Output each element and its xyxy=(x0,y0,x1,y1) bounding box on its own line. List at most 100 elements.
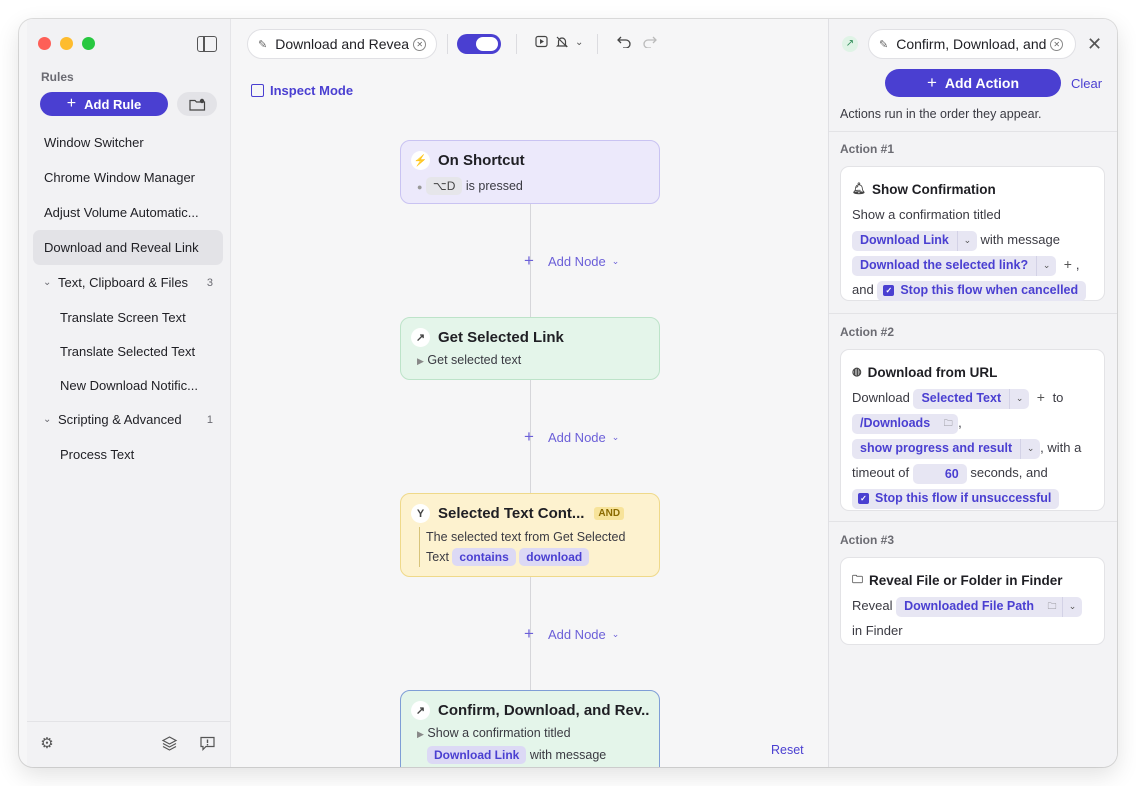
operator-chip: contains xyxy=(452,548,516,566)
message-value: Download the selected link? xyxy=(860,258,1029,273)
action-node[interactable]: ↗ Get Selected Link ▶ Get selected text xyxy=(400,317,660,380)
chevron-down-icon[interactable]: ⌄ xyxy=(575,37,583,48)
add-node-label: Add Node xyxy=(547,429,606,445)
folder-icon xyxy=(188,98,205,111)
plus-icon: + xyxy=(66,95,77,112)
sidebar: Rules + Add Rule Window Switcher Chrome … xyxy=(27,19,231,767)
destination-field[interactable]: /Downloads 🗀 xyxy=(852,413,959,434)
clear-icon[interactable]: ✕ xyxy=(413,37,427,51)
action-label: Action #3 xyxy=(840,533,895,547)
rule-title-field[interactable]: ✎ Download and Revea ✕ xyxy=(247,29,437,59)
add-rule-button[interactable]: + Add Rule xyxy=(40,92,168,116)
layers-icon[interactable] xyxy=(160,735,178,753)
shortcut-chip: ⌥D xyxy=(425,177,463,195)
chevron-down-icon: ⌄ xyxy=(1061,596,1082,617)
title-dropdown[interactable]: Download Link ⌄ xyxy=(852,230,977,251)
enable-rule-toggle[interactable] xyxy=(457,34,501,54)
plus-icon: + xyxy=(926,73,937,92)
message-dropdown[interactable]: Download the selected link? ⌄ xyxy=(852,255,1057,276)
rule-item[interactable]: Translate Screen Text xyxy=(33,300,223,334)
action-card[interactable]: ◍ Download from URL Download Selected Te… xyxy=(840,349,1105,511)
reset-button[interactable]: Reset xyxy=(771,743,804,757)
inspect-mode-button[interactable]: Inspect Mode xyxy=(251,83,353,98)
inspect-mode-label: Inspect Mode xyxy=(270,83,354,98)
stop-flow-checkbox[interactable]: ✓ Stop this flow if unsuccessful xyxy=(852,488,1060,509)
toolbar-divider xyxy=(447,34,448,54)
path-dropdown[interactable]: Downloaded File Path 🗀 ⌄ xyxy=(896,596,1082,617)
checkbox-label: Stop this flow if unsuccessful xyxy=(875,491,1052,506)
node-title-field[interactable]: ✎ Confirm, Download, and ✕ xyxy=(868,29,1076,59)
chevron-down-icon: ⌄ xyxy=(1020,438,1040,459)
close-icon[interactable]: ✕ xyxy=(1087,35,1102,53)
rule-item[interactable]: Process Text xyxy=(33,437,223,471)
feedback-icon[interactable] xyxy=(198,735,216,753)
rule-group-count: 3 xyxy=(206,276,213,289)
add-action-button[interactable]: + Add Action xyxy=(885,69,1061,97)
action-card[interactable]: 🔔︎ Show Confirmation Show a confirmation… xyxy=(840,166,1105,301)
rule-item-selected[interactable]: Download and Reveal Link xyxy=(33,230,223,265)
progress-dropdown[interactable]: show progress and result ⌄ xyxy=(852,438,1041,459)
zoom-window-button[interactable] xyxy=(82,37,95,50)
run-icon[interactable] xyxy=(535,35,548,51)
toolbar-divider xyxy=(516,34,517,54)
rule-group-text-clipboard-files[interactable]: ⌄ Text, Clipboard & Files 3 xyxy=(33,265,223,300)
plus-icon: + xyxy=(524,251,534,270)
title-chip: Download Link xyxy=(427,746,527,764)
source-dropdown[interactable]: Selected Text ⌄ xyxy=(913,388,1030,409)
checkbox-label: Stop this flow when cancelled xyxy=(900,283,1079,298)
rule-item[interactable]: New Download Notific... xyxy=(33,368,223,402)
plus-icon[interactable]: + xyxy=(1037,389,1045,405)
plus-icon[interactable]: + xyxy=(1064,256,1072,272)
add-action-label: Add Action xyxy=(944,75,1020,91)
node-body: is pressed xyxy=(465,179,523,193)
rule-item[interactable]: Window Switcher xyxy=(33,125,223,160)
clear-icon[interactable]: ✕ xyxy=(1050,37,1064,51)
action-node-selected[interactable]: ↗ Confirm, Download, and Rev... ▶ Show a… xyxy=(400,690,660,767)
node-title: Get Selected Link xyxy=(438,329,564,346)
redo-icon[interactable] xyxy=(643,35,657,51)
bell-slash-icon[interactable] xyxy=(555,35,569,52)
action-label: Action #2 xyxy=(840,325,895,339)
lightning-icon: ⚡ xyxy=(411,151,430,170)
disclosure-icon[interactable]: ▶ xyxy=(417,356,424,366)
plus-icon: + xyxy=(524,624,534,643)
gear-icon[interactable]: ⚙ xyxy=(38,735,56,753)
toolbar-divider xyxy=(597,34,598,54)
action-text: and xyxy=(852,282,874,297)
add-node-button[interactable]: + Add Node ⌄ xyxy=(524,251,619,271)
folder-icon: 🗀 xyxy=(1047,601,1057,612)
add-node-button[interactable]: + Add Node ⌄ xyxy=(524,427,619,447)
rule-item[interactable]: Translate Selected Text xyxy=(33,334,223,368)
destination-value: /Downloads xyxy=(860,416,931,431)
source-value: Selected Text xyxy=(921,391,1002,406)
clear-actions-button[interactable]: Clear xyxy=(1071,76,1102,91)
node-body-2: with message xyxy=(529,748,607,762)
action-text: seconds, and xyxy=(970,465,1048,480)
condition-node[interactable]: Y Selected Text Cont... AND The selected… xyxy=(400,493,660,577)
sidebar-footer: ⚙ xyxy=(27,721,230,767)
rule-item[interactable]: Chrome Window Manager xyxy=(33,160,223,195)
folder-icon: 🗀 xyxy=(852,574,863,586)
sidebar-toggle-icon[interactable] xyxy=(197,36,217,52)
new-folder-button[interactable] xyxy=(177,92,217,116)
chevron-down-icon: ⌄ xyxy=(611,431,620,442)
minimize-window-button[interactable] xyxy=(60,37,73,50)
bell-icon: 🔔︎ xyxy=(852,183,866,195)
chevron-down-icon: ⌄ xyxy=(611,255,620,266)
rule-group-label: Scripting & Advanced xyxy=(58,412,182,427)
action-card[interactable]: 🗀 Reveal File or Folder in Finder Reveal… xyxy=(840,557,1105,645)
disclosure-icon[interactable]: ▶ xyxy=(417,729,424,739)
add-node-button[interactable]: + Add Node ⌄ xyxy=(524,624,619,644)
stop-flow-checkbox[interactable]: ✓ Stop this flow when cancelled xyxy=(877,280,1087,301)
close-window-button[interactable] xyxy=(38,37,51,50)
action-title: Show Confirmation xyxy=(871,182,996,197)
path-value: Downloaded File Path xyxy=(904,599,1034,614)
chevron-down-icon: ⌄ xyxy=(43,277,52,288)
timeout-input[interactable]: 60 xyxy=(912,463,967,484)
edit-icon: ✎ xyxy=(879,38,889,51)
rule-group-scripting-advanced[interactable]: ⌄ Scripting & Advanced 1 xyxy=(33,402,223,437)
trigger-node[interactable]: ⚡ On Shortcut ● ⌥D is pressed xyxy=(400,140,660,204)
rule-item[interactable]: Adjust Volume Automatic... xyxy=(33,195,223,230)
action-text: to xyxy=(1052,390,1064,405)
undo-icon[interactable] xyxy=(617,35,631,51)
